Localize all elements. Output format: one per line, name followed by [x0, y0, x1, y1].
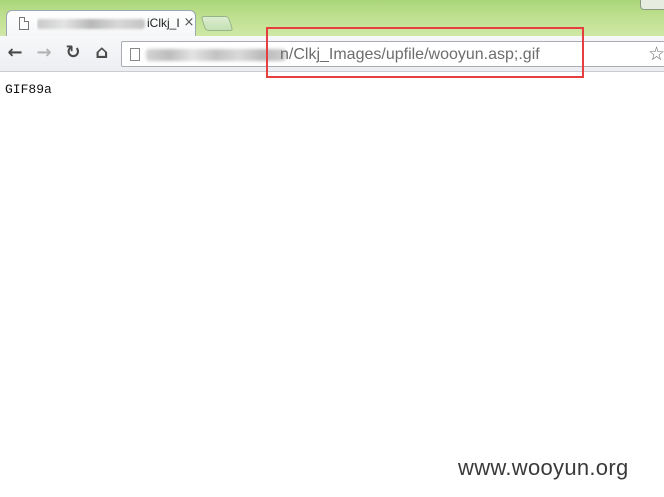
forward-arrow-icon[interactable]: → — [33, 42, 55, 64]
tab-title-wrap: iClkj_I — [37, 16, 179, 32]
reload-icon[interactable]: ↻ — [62, 42, 84, 64]
page-icon — [130, 48, 140, 61]
page-body-text: GIF89a — [5, 82, 52, 97]
watermark: www.wooyun.org — [458, 455, 629, 480]
window-control[interactable] — [640, 0, 664, 10]
back-arrow-icon[interactable]: ← — [4, 42, 26, 64]
new-tab-button[interactable] — [200, 16, 234, 31]
tab-title: iClkj_I — [147, 16, 179, 30]
redacted-domain — [146, 49, 286, 61]
close-icon[interactable]: × — [183, 16, 195, 30]
page-icon — [19, 17, 29, 30]
browser-tab[interactable]: iClkj_I × — [6, 10, 196, 36]
page-content: GIF89a www.wooyun.org — [0, 72, 664, 497]
url-highlight-box — [266, 27, 584, 78]
star-icon[interactable]: ☆ — [648, 43, 664, 65]
redacted-text — [37, 18, 145, 29]
home-icon[interactable]: ⌂ — [91, 42, 113, 64]
